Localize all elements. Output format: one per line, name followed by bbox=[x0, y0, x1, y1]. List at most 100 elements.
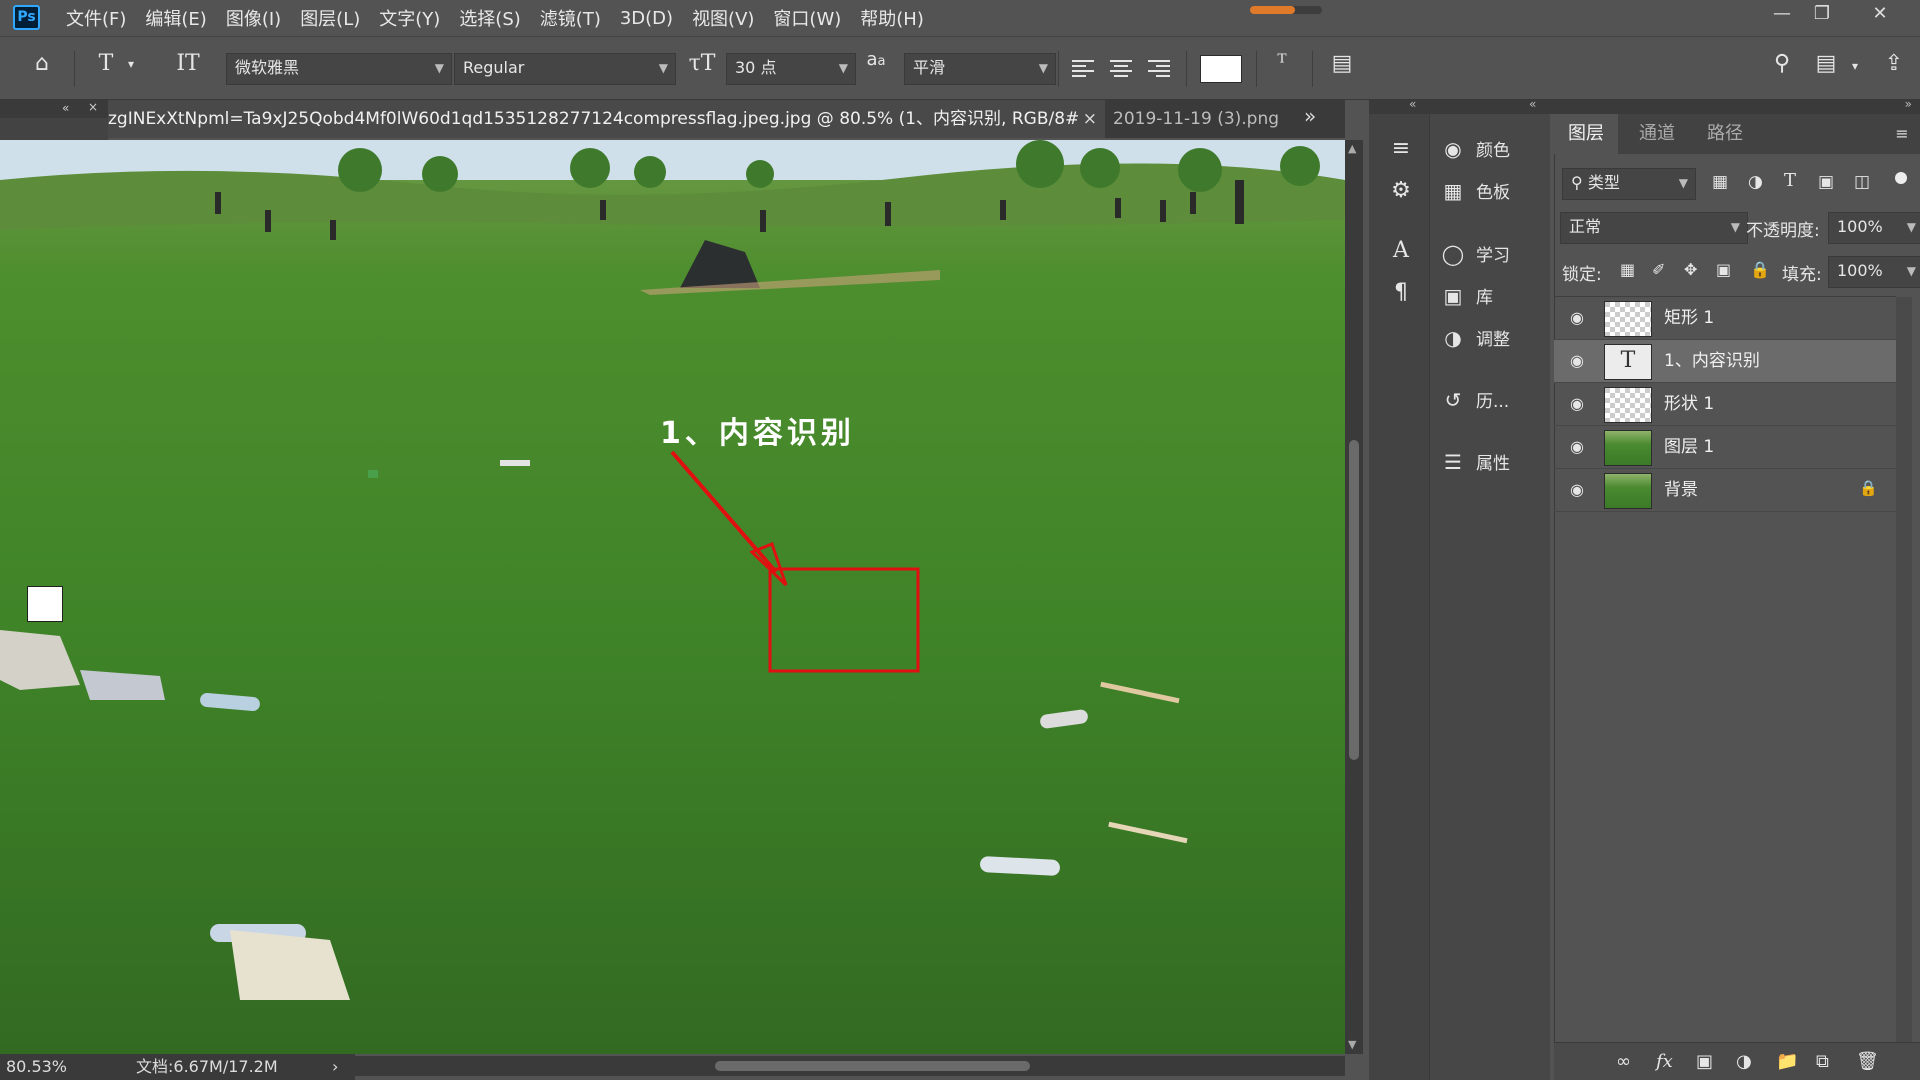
align-center-icon[interactable] bbox=[1110, 57, 1134, 81]
lock-position-icon[interactable]: ✥ bbox=[1684, 260, 1697, 279]
horizontal-scroll-thumb[interactable] bbox=[715, 1061, 1030, 1071]
menu-window[interactable]: 窗口(W) bbox=[773, 5, 841, 31]
new-group-icon[interactable]: 📁 bbox=[1776, 1051, 1798, 1072]
filter-shape-icon[interactable]: ▣ bbox=[1818, 172, 1834, 192]
document-canvas[interactable]: 1、内容识别 bbox=[0, 140, 1345, 1054]
close-icon[interactable]: × bbox=[1083, 100, 1097, 138]
share-icon[interactable]: ⇪ bbox=[1878, 51, 1910, 76]
menu-filter[interactable]: 滤镜(T) bbox=[540, 5, 601, 31]
scroll-up-icon[interactable]: ▲ bbox=[1348, 142, 1356, 155]
layer-name[interactable]: 图层 1 bbox=[1664, 426, 1714, 468]
panel-history[interactable]: ↺ 历... bbox=[1438, 380, 1510, 420]
panel-properties[interactable]: ☰ 属性 bbox=[1438, 442, 1510, 482]
chevron-down-icon[interactable]: ▾ bbox=[1848, 59, 1862, 73]
document-tab[interactable]: 2019-11-19 (3).png bbox=[1113, 100, 1313, 138]
search-icon[interactable]: ⚲ bbox=[1766, 51, 1798, 76]
tab-layers[interactable]: 图层 bbox=[1554, 114, 1618, 154]
panel-color[interactable]: ◉ 颜色 bbox=[1438, 129, 1510, 169]
fx-icon[interactable]: fx bbox=[1656, 1051, 1673, 1072]
menu-view[interactable]: 视图(V) bbox=[692, 5, 754, 31]
filter-adjustment-icon[interactable]: ◑ bbox=[1748, 172, 1763, 192]
scroll-down-icon[interactable]: ▼ bbox=[1348, 1038, 1356, 1051]
menu-select[interactable]: 选择(S) bbox=[459, 5, 520, 31]
home-icon[interactable]: ⌂ bbox=[26, 51, 58, 76]
status-menu-icon[interactable]: › bbox=[332, 1054, 338, 1080]
fill-field[interactable]: 100% ▼ bbox=[1828, 256, 1920, 288]
lock-all-icon[interactable]: 🔒 bbox=[1750, 260, 1770, 279]
layers-scrollbar[interactable] bbox=[1896, 297, 1912, 1042]
lock-transparent-icon[interactable]: ▦ bbox=[1620, 260, 1635, 279]
panel-learn[interactable]: ◯ 学习 bbox=[1438, 234, 1510, 274]
menu-layer[interactable]: 图层(L) bbox=[300, 5, 360, 31]
eye-icon[interactable]: ◉ bbox=[1566, 436, 1588, 458]
zoom-level[interactable]: 80.53% bbox=[6, 1054, 67, 1080]
menu-type[interactable]: 文字(Y) bbox=[379, 5, 440, 31]
panel-menu-icon[interactable]: ≡ bbox=[1884, 114, 1920, 154]
filter-type-icon[interactable]: T bbox=[1784, 170, 1796, 191]
text-orientation-icon[interactable]: IT bbox=[172, 51, 204, 76]
tab-paths[interactable]: 路径 bbox=[1692, 114, 1758, 154]
delete-layer-icon[interactable]: 🗑 bbox=[1856, 1051, 1879, 1072]
font-family-select[interactable]: 微软雅黑 ▼ bbox=[226, 53, 452, 85]
layer-name[interactable]: 矩形 1 bbox=[1664, 297, 1714, 339]
workspace-icon[interactable]: ▤ bbox=[1810, 51, 1842, 76]
eye-icon[interactable]: ◉ bbox=[1566, 393, 1588, 415]
foreground-color-swatch[interactable] bbox=[27, 586, 63, 622]
layer-row[interactable]: ◉ 图层 1 bbox=[1554, 426, 1896, 469]
type-tool-preset-icon[interactable]: T bbox=[90, 51, 122, 76]
filter-toggle-icon[interactable] bbox=[1895, 172, 1907, 184]
panel-adjustments[interactable]: ◑ 调整 bbox=[1438, 318, 1510, 358]
close-icon[interactable]: × bbox=[88, 100, 98, 114]
adjustment-layer-icon[interactable]: ◑ bbox=[1736, 1051, 1752, 1072]
collapse-icon[interactable]: « bbox=[1529, 97, 1536, 111]
warp-text-icon[interactable]: ᵀ bbox=[1266, 51, 1298, 76]
tab-channels[interactable]: 通道 bbox=[1624, 114, 1690, 154]
vertical-scroll-thumb[interactable] bbox=[1349, 440, 1359, 760]
menu-edit[interactable]: 编辑(E) bbox=[145, 5, 206, 31]
new-layer-icon[interactable]: ⧉ bbox=[1816, 1051, 1829, 1072]
eye-icon[interactable]: ◉ bbox=[1566, 479, 1588, 501]
add-mask-icon[interactable]: ▣ bbox=[1696, 1051, 1713, 1072]
layer-row-selected[interactable]: ◉ T 1、内容识别 bbox=[1554, 340, 1896, 383]
layer-name[interactable]: 1、内容识别 bbox=[1664, 340, 1760, 382]
filter-pixel-icon[interactable]: ▦ bbox=[1712, 172, 1728, 192]
collapse-icon[interactable]: « bbox=[62, 101, 69, 115]
more-tabs-icon[interactable]: » bbox=[1304, 104, 1316, 128]
lock-image-icon[interactable]: ✐ bbox=[1652, 260, 1665, 279]
align-right-icon[interactable] bbox=[1148, 57, 1172, 81]
panel-libraries[interactable]: ▣ 库 bbox=[1438, 276, 1493, 316]
eye-icon[interactable]: ◉ bbox=[1566, 307, 1588, 329]
panel-swatches[interactable]: ▦ 色板 bbox=[1438, 171, 1510, 211]
menu-help[interactable]: 帮助(H) bbox=[860, 5, 924, 31]
blend-mode-select[interactable]: 正常 ▼ bbox=[1560, 212, 1748, 244]
link-layers-icon[interactable]: ∞ bbox=[1616, 1051, 1631, 1072]
character-icon[interactable]: A bbox=[1384, 234, 1418, 268]
opacity-field[interactable]: 100% ▼ bbox=[1828, 212, 1920, 244]
menu-3d[interactable]: 3D(D) bbox=[620, 8, 673, 29]
layer-row[interactable]: ◉ 矩形 1 bbox=[1554, 297, 1896, 340]
collapse-icon[interactable]: « bbox=[1409, 97, 1416, 111]
brush-settings-icon[interactable]: ≡ bbox=[1384, 132, 1418, 166]
eye-icon[interactable]: ◉ bbox=[1566, 350, 1588, 372]
font-style-select[interactable]: Regular ▼ bbox=[454, 53, 676, 85]
menu-file[interactable]: 文件(F) bbox=[66, 5, 126, 31]
chevron-down-icon[interactable]: ▾ bbox=[124, 57, 138, 71]
layer-filter-select[interactable]: ⚲ 类型 ▼ bbox=[1562, 168, 1696, 200]
character-panel-icon[interactable]: ▤ bbox=[1326, 51, 1358, 76]
restore-icon[interactable]: ❐ bbox=[1800, 0, 1844, 30]
paragraph-icon[interactable]: ¶ bbox=[1384, 276, 1418, 310]
expand-icon[interactable]: » bbox=[1905, 97, 1912, 111]
font-size-select[interactable]: 30 点 ▼ bbox=[726, 53, 856, 85]
minimize-icon[interactable]: — bbox=[1760, 0, 1804, 30]
brushes-icon[interactable]: ⚙ bbox=[1384, 174, 1418, 208]
lock-artboard-icon[interactable]: ▣ bbox=[1716, 260, 1731, 279]
document-tab-active[interactable]: zgINExXtNpml=Ta9xJ25Qobd4Mf0lW60d1qd1535… bbox=[108, 100, 1105, 138]
layer-row[interactable]: ◉ 背景 🔒 bbox=[1554, 469, 1896, 512]
menu-image[interactable]: 图像(I) bbox=[226, 5, 281, 31]
layer-name[interactable]: 形状 1 bbox=[1664, 383, 1714, 425]
close-icon[interactable]: ✕ bbox=[1858, 0, 1902, 30]
align-left-icon[interactable] bbox=[1072, 57, 1096, 81]
layer-row[interactable]: ◉ 形状 1 bbox=[1554, 383, 1896, 426]
antialias-select[interactable]: 平滑 ▼ bbox=[904, 53, 1056, 85]
filter-smart-object-icon[interactable]: ◫ bbox=[1854, 172, 1870, 192]
